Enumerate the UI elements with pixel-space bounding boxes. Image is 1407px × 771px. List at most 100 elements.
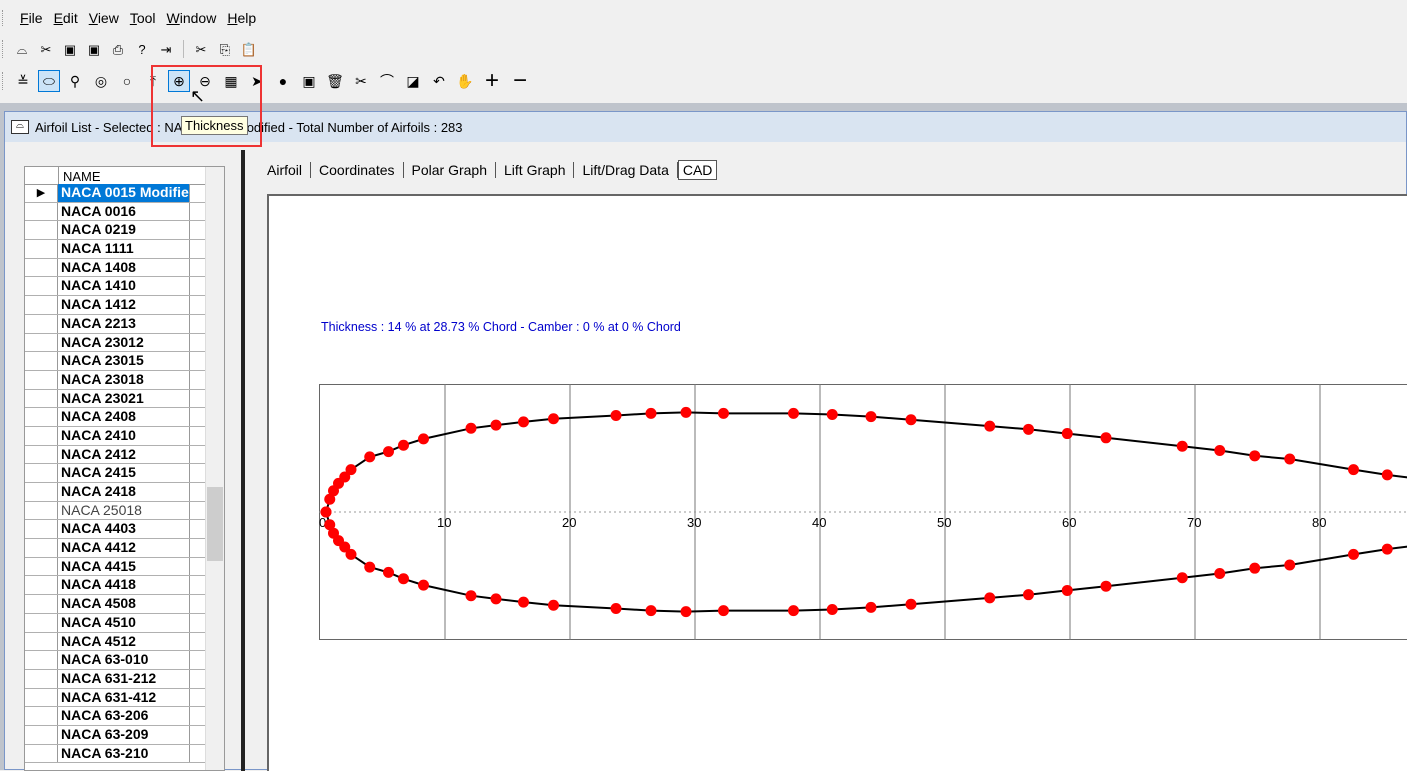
- list-item[interactable]: NACA 2415: [25, 464, 224, 483]
- row-indicator[interactable]: [25, 502, 58, 520]
- airfoil-name-cell[interactable]: NACA 4418: [58, 576, 190, 594]
- row-indicator[interactable]: [25, 520, 58, 538]
- list-item[interactable]: NACA 2410: [25, 427, 224, 446]
- row-indicator[interactable]: [25, 689, 58, 707]
- airfoil-name-cell[interactable]: NACA 63-010: [58, 651, 190, 669]
- airfoil-name-cell[interactable]: NACA 63-209: [58, 726, 190, 744]
- airfoil-name-cell[interactable]: NACA 1111: [58, 240, 190, 258]
- list-item[interactable]: NACA 2418: [25, 483, 224, 502]
- list-item[interactable]: NACA 63-209: [25, 726, 224, 745]
- list-scrollbar[interactable]: [205, 167, 224, 770]
- list-item[interactable]: NACA 0219: [25, 221, 224, 240]
- list-item[interactable]: NACA 1111: [25, 240, 224, 259]
- row-indicator[interactable]: [25, 277, 58, 295]
- add-point-icon[interactable]: ●: [272, 70, 294, 92]
- row-indicator[interactable]: [25, 483, 58, 501]
- cut-icon[interactable]: ✂: [191, 39, 211, 59]
- row-indicator[interactable]: [25, 651, 58, 669]
- airfoil-name-cell[interactable]: NACA 2418: [58, 483, 190, 501]
- list-item[interactable]: NACA 23021: [25, 390, 224, 409]
- row-indicator[interactable]: [25, 539, 58, 557]
- paste-icon[interactable]: 📋: [239, 39, 259, 59]
- list-item[interactable]: NACA 631-412: [25, 689, 224, 708]
- airfoil-name-cell[interactable]: NACA 23018: [58, 371, 190, 389]
- panel-splitter[interactable]: [241, 150, 245, 771]
- airfoil-name-cell[interactable]: NACA 25018: [58, 502, 190, 520]
- zoom-icon[interactable]: ⚲: [64, 70, 86, 92]
- print-icon[interactable]: ⎙: [108, 39, 128, 59]
- row-indicator[interactable]: [25, 352, 58, 370]
- airfoil-list[interactable]: NAME ▶NACA 0015 ModifiedNACA 0016NACA 02…: [24, 166, 225, 771]
- list-item[interactable]: NACA 63-010: [25, 651, 224, 670]
- list-item[interactable]: NACA 23012: [25, 334, 224, 353]
- circle-target-icon[interactable]: ◎: [90, 70, 112, 92]
- row-indicator[interactable]: [25, 633, 58, 651]
- airfoil-name-cell[interactable]: NACA 2412: [58, 446, 190, 464]
- list-item[interactable]: NACA 4412: [25, 539, 224, 558]
- list-item[interactable]: NACA 2408: [25, 408, 224, 427]
- save-icon[interactable]: ▣: [298, 70, 320, 92]
- scissors-icon[interactable]: ✂: [350, 70, 372, 92]
- list-item[interactable]: NACA 4418: [25, 576, 224, 595]
- fill-icon[interactable]: ◪: [402, 70, 424, 92]
- airfoil-name-cell[interactable]: NACA 0016: [58, 203, 190, 221]
- ring-icon[interactable]: ○: [116, 70, 138, 92]
- airfoil-name-cell[interactable]: NACA 0015 Modified: [58, 184, 190, 202]
- list-item[interactable]: NACA 23018: [25, 371, 224, 390]
- airfoil-name-cell[interactable]: NACA 23012: [58, 334, 190, 352]
- list-item[interactable]: NACA 1408: [25, 259, 224, 278]
- plus-icon[interactable]: +: [480, 70, 504, 92]
- camber-line-icon[interactable]: ≚: [12, 70, 34, 92]
- row-indicator[interactable]: [25, 371, 58, 389]
- row-indicator[interactable]: [25, 240, 58, 258]
- menu-tool[interactable]: Tool: [124, 10, 161, 26]
- airfoil-name-cell[interactable]: NACA 4403: [58, 520, 190, 538]
- airfoil-view-icon[interactable]: ⬭: [38, 70, 60, 92]
- row-indicator[interactable]: [25, 726, 58, 744]
- help-icon[interactable]: ?: [132, 39, 152, 59]
- airfoil-name-cell[interactable]: NACA 4415: [58, 558, 190, 576]
- row-indicator[interactable]: [25, 259, 58, 277]
- airfoil-name-cell[interactable]: NACA 23021: [58, 390, 190, 408]
- row-indicator[interactable]: [25, 595, 58, 613]
- row-indicator[interactable]: [25, 315, 58, 333]
- menu-view[interactable]: View: [83, 10, 124, 26]
- list-item[interactable]: NACA 631-212: [25, 670, 224, 689]
- column-header-name[interactable]: NAME: [59, 167, 101, 184]
- airfoil-name-cell[interactable]: NACA 2410: [58, 427, 190, 445]
- airfoil-name-cell[interactable]: NACA 63-206: [58, 707, 190, 725]
- row-indicator[interactable]: [25, 576, 58, 594]
- airfoil-icon[interactable]: ⌓: [12, 39, 32, 59]
- tab-lift-drag-data[interactable]: Lift/Drag Data: [574, 162, 677, 178]
- save-icon[interactable]: ▣: [60, 39, 80, 59]
- airfoil-name-cell[interactable]: NACA 1408: [58, 259, 190, 277]
- list-item[interactable]: ▶NACA 0015 Modified: [25, 184, 224, 203]
- list-item[interactable]: NACA 63-210: [25, 745, 224, 764]
- airfoil-name-cell[interactable]: NACA 2415: [58, 464, 190, 482]
- airfoil-name-cell[interactable]: NACA 1410: [58, 277, 190, 295]
- list-item[interactable]: NACA 4415: [25, 558, 224, 577]
- menu-window[interactable]: Window: [161, 10, 222, 26]
- list-item[interactable]: NACA 25018: [25, 502, 224, 521]
- row-indicator[interactable]: [25, 296, 58, 314]
- airfoil-name-cell[interactable]: NACA 63-210: [58, 745, 190, 763]
- row-indicator[interactable]: [25, 408, 58, 426]
- airfoil-name-cell[interactable]: NACA 4512: [58, 633, 190, 651]
- row-indicator[interactable]: [25, 446, 58, 464]
- list-item[interactable]: NACA 0016: [25, 203, 224, 222]
- list-item[interactable]: NACA 4512: [25, 633, 224, 652]
- row-indicator[interactable]: [25, 670, 58, 688]
- airfoil-name-cell[interactable]: NACA 4510: [58, 614, 190, 632]
- list-item[interactable]: NACA 4508: [25, 595, 224, 614]
- airfoil-name-cell[interactable]: NACA 4412: [58, 539, 190, 557]
- airfoil-name-cell[interactable]: NACA 2408: [58, 408, 190, 426]
- menu-file[interactable]: File: [14, 10, 48, 26]
- row-indicator[interactable]: [25, 390, 58, 408]
- row-indicator[interactable]: [25, 221, 58, 239]
- tab-coordinates[interactable]: Coordinates: [311, 162, 404, 178]
- airfoil-name-cell[interactable]: NACA 1412: [58, 296, 190, 314]
- save-as-icon[interactable]: ▣: [84, 39, 104, 59]
- delete-icon[interactable]: 🗑: [324, 70, 346, 92]
- window-icon[interactable]: ⌓: [11, 120, 29, 134]
- airfoil-name-cell[interactable]: NACA 23015: [58, 352, 190, 370]
